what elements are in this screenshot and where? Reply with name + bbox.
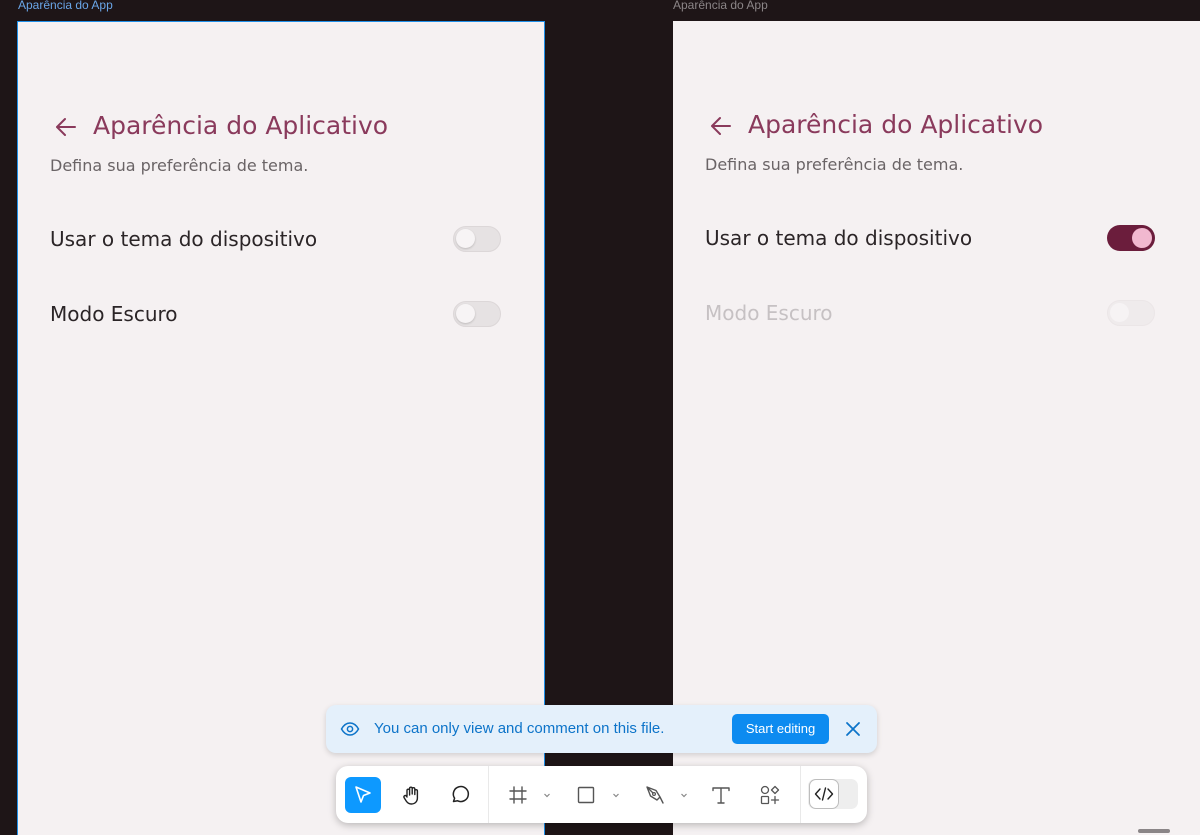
view-only-banner: You can only view and comment on this fi…	[326, 705, 877, 753]
pen-icon	[646, 786, 664, 804]
shapes-icon	[760, 785, 780, 805]
back-arrow-icon[interactable]	[708, 113, 734, 139]
start-editing-button[interactable]: Start editing	[732, 714, 829, 744]
toggle-knob	[456, 229, 475, 248]
rectangle-icon	[577, 786, 595, 804]
cursor-icon	[355, 786, 371, 803]
banner-message: You can only view and comment on this fi…	[374, 720, 665, 737]
assets-tool-button[interactable]	[752, 777, 788, 813]
toolbar-divider	[488, 766, 489, 823]
dark-mode-label: Modo Escuro	[705, 301, 833, 325]
pen-tool-button[interactable]	[637, 777, 673, 813]
dark-mode-toggle[interactable]	[453, 301, 501, 327]
device-theme-toggle[interactable]	[453, 226, 501, 252]
close-icon[interactable]	[844, 720, 862, 738]
frame-tool-button[interactable]	[500, 777, 536, 813]
hand-tool-button[interactable]	[394, 777, 430, 813]
frame-label-left[interactable]: Aparência do App	[18, 0, 113, 12]
back-arrow-icon[interactable]	[53, 114, 79, 140]
rectangle-tool-button[interactable]	[568, 777, 604, 813]
comment-tool-button[interactable]	[442, 777, 478, 813]
frame-label-right[interactable]: Aparência do App	[673, 0, 768, 12]
dev-mode-toggle[interactable]	[808, 779, 858, 809]
dev-mode-knob	[810, 780, 838, 808]
toggle-knob	[1110, 303, 1129, 322]
dark-mode-toggle	[1107, 300, 1155, 326]
text-icon	[712, 787, 730, 804]
dark-mode-label: Modo Escuro	[50, 302, 178, 326]
frame-icon	[509, 786, 527, 804]
text-tool-button[interactable]	[703, 777, 739, 813]
chevron-down-icon[interactable]	[679, 790, 689, 800]
chevron-down-icon[interactable]	[611, 790, 621, 800]
device-theme-label: Usar o tema do dispositivo	[705, 226, 973, 250]
page-subtitle: Defina sua preferência de tema.	[50, 156, 309, 175]
hand-icon	[403, 786, 419, 805]
toggle-knob	[1132, 228, 1152, 248]
device-theme-label: Usar o tema do dispositivo	[50, 227, 318, 251]
code-icon	[814, 787, 834, 801]
page-title: Aparência do Aplicativo	[748, 110, 1044, 139]
page-title: Aparência do Aplicativo	[93, 111, 389, 140]
comment-icon	[452, 785, 470, 803]
device-theme-toggle[interactable]	[1107, 225, 1155, 251]
eye-icon	[340, 722, 360, 736]
move-tool-button[interactable]	[345, 777, 381, 813]
toggle-knob	[456, 304, 475, 323]
design-toolbar	[336, 766, 867, 823]
page-subtitle: Defina sua preferência de tema.	[705, 155, 964, 174]
chevron-down-icon[interactable]	[542, 790, 552, 800]
scroll-indicator	[1138, 829, 1170, 833]
toolbar-divider	[800, 766, 801, 823]
